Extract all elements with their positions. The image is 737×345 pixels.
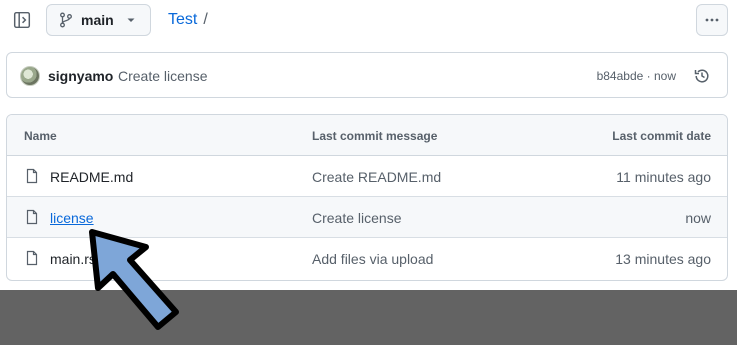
table-row[interactable]: README.md Create README.md 11 minutes ag…: [7, 156, 727, 197]
file-commit-message-link[interactable]: Create README.md: [312, 169, 441, 185]
file-name-link[interactable]: license: [50, 210, 94, 226]
latest-commit-bar: signyamo Create license b84abde · now: [6, 52, 728, 98]
file-icon: [24, 209, 40, 225]
file-commit-date: now: [685, 210, 711, 226]
breadcrumb: Test /: [168, 11, 208, 29]
file-commit-message-link[interactable]: Add files via upload: [312, 251, 433, 267]
git-branch-icon: [59, 12, 73, 28]
breadcrumb-repo-link[interactable]: Test: [168, 11, 197, 29]
file-icon: [24, 250, 40, 266]
sidebar-toggle-button[interactable]: [8, 6, 36, 34]
breadcrumb-separator: /: [203, 11, 208, 28]
commit-author-link[interactable]: signyamo: [48, 68, 113, 84]
commit-sha-link[interactable]: b84abde: [597, 69, 644, 83]
avatar[interactable]: [20, 66, 40, 86]
file-commit-date: 13 minutes ago: [615, 251, 711, 267]
commit-message-link[interactable]: Create license: [118, 68, 208, 84]
column-header-name: Name: [24, 129, 57, 143]
branch-name: main: [81, 12, 114, 28]
file-name-link[interactable]: README.md: [50, 169, 133, 185]
column-header-message: Last commit message: [312, 129, 438, 143]
file-icon: [24, 168, 40, 184]
chevron-down-icon: [126, 15, 136, 25]
kebab-horizontal-icon: [705, 18, 719, 22]
more-options-button[interactable]: [696, 4, 728, 36]
history-icon[interactable]: [693, 67, 711, 85]
commit-meta: b84abde · now: [597, 69, 676, 83]
table-header: Name Last commit message Last commit dat…: [7, 115, 727, 156]
file-commit-date: 11 minutes ago: [616, 169, 711, 185]
column-header-date: Last commit date: [612, 129, 711, 143]
pointer-arrow-icon: [89, 229, 179, 330]
commit-time: now: [653, 69, 676, 83]
branch-selector-button[interactable]: main: [46, 4, 151, 36]
commit-meta-dot: ·: [646, 69, 651, 83]
file-commit-message-link[interactable]: Create license: [312, 210, 402, 226]
sidebar-expand-icon: [13, 11, 31, 29]
